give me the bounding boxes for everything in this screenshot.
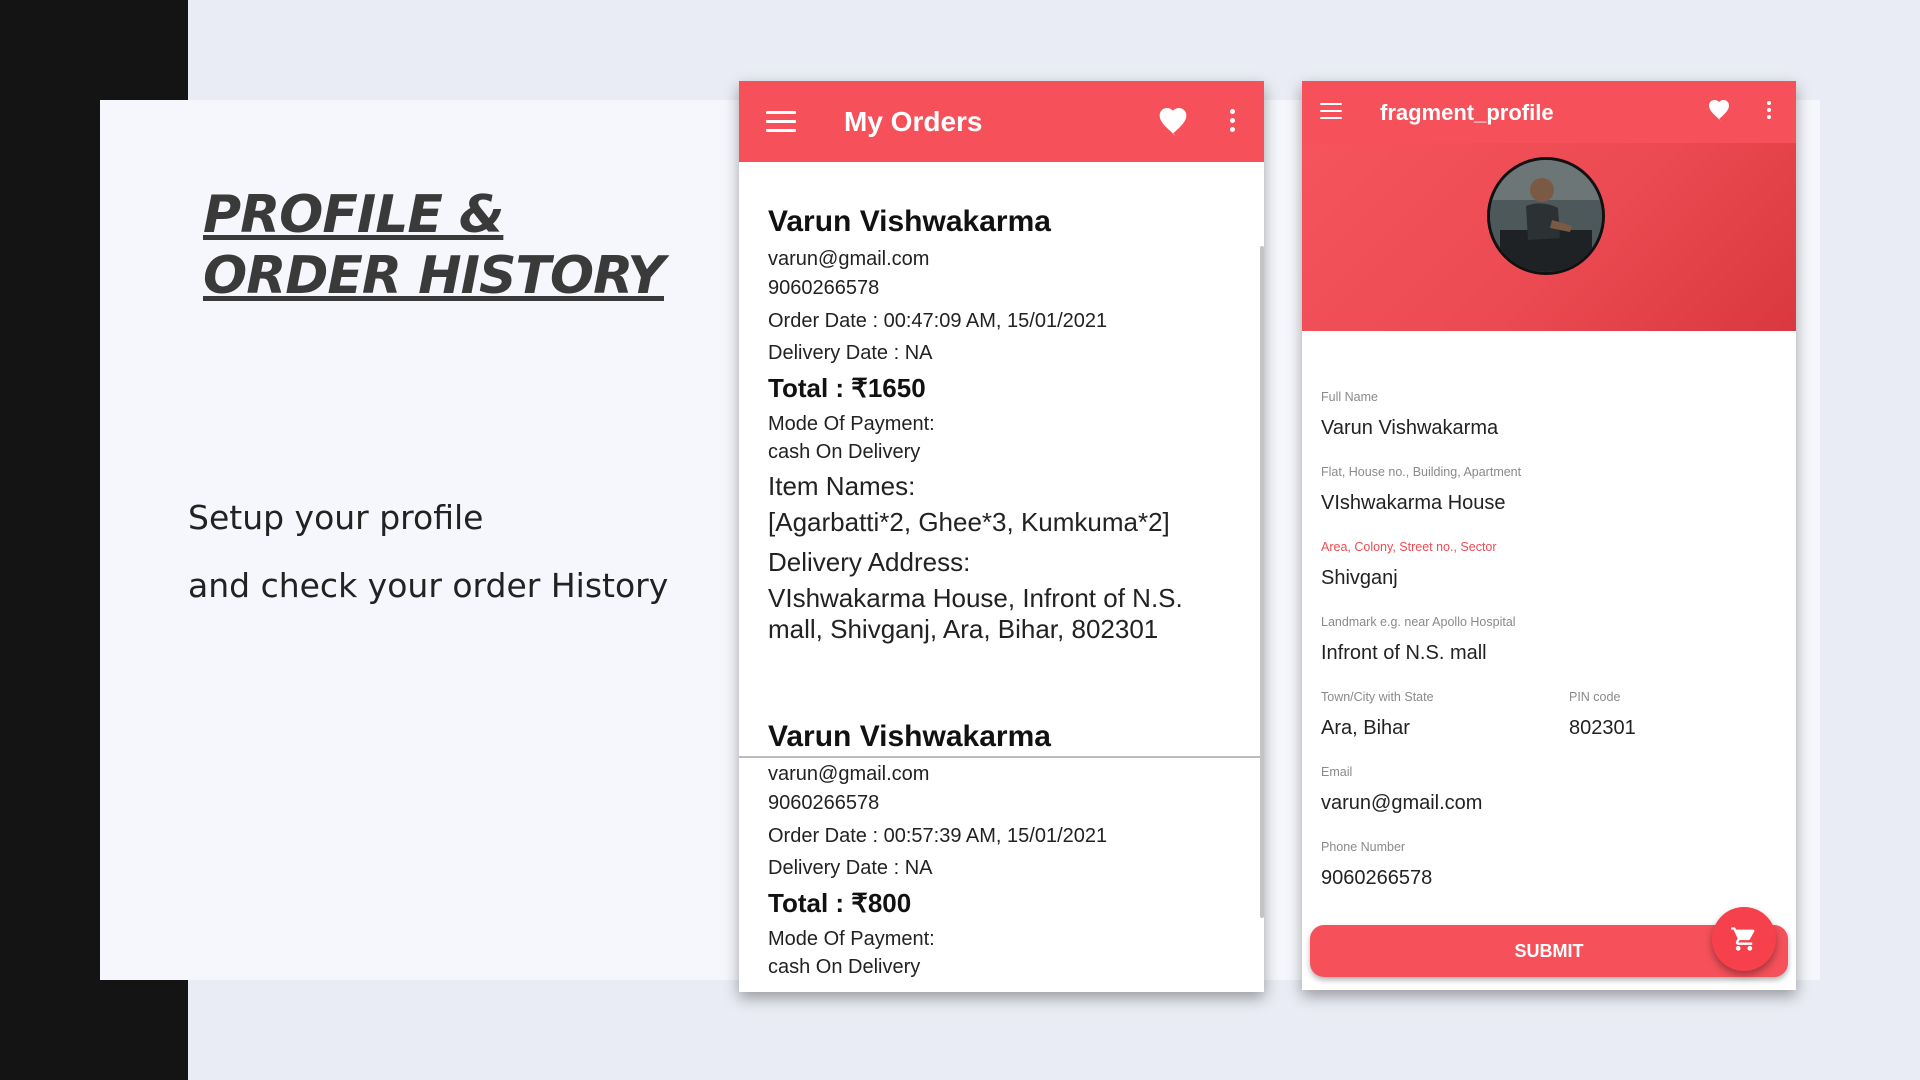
phone-field[interactable]: 9060266578 [1321, 867, 1432, 890]
profile-app-bar: fragment_profile [1302, 81, 1796, 143]
delivery-date: Delivery Date : NA [768, 857, 933, 879]
cart-icon [1731, 927, 1755, 951]
payment-mode-label: Mode Of Payment: [768, 928, 935, 950]
slide-title-line-1: PROFILE & [203, 185, 504, 245]
orders-phone-screen: My Orders Varun Vishwakarma varun@gmail.… [739, 81, 1264, 992]
email-field[interactable]: varun@gmail.com [1321, 792, 1482, 815]
slide-title: PROFILE & ORDER HISTORY [203, 185, 665, 307]
order-phone: 9060266578 [768, 277, 880, 299]
orders-app-bar-title: My Orders [844, 106, 983, 137]
profile-header-banner [1302, 143, 1796, 331]
landmark-field[interactable]: Infront of N.S. mall [1321, 642, 1487, 665]
cart-fab-button[interactable] [1712, 907, 1776, 971]
slide-subtitle-line-2: and check your order History [188, 566, 669, 605]
area-field[interactable]: Shivganj [1321, 567, 1398, 590]
house-field[interactable]: VIshwakarma House [1321, 492, 1506, 515]
more-vert-icon[interactable] [1230, 109, 1235, 136]
more-vert-icon[interactable] [1767, 101, 1771, 122]
delivery-address-label: Delivery Address: [768, 547, 971, 577]
order-total: Total : ₹800 [768, 888, 912, 918]
order-customer-name: Varun Vishwakarma [768, 205, 1051, 238]
order-customer-name: Varun Vishwakarma [768, 720, 1051, 753]
city-label: Town/City with State [1321, 690, 1434, 704]
order-divider [739, 756, 1264, 758]
menu-icon[interactable] [1320, 103, 1342, 124]
order-date: Order Date : 00:47:09 AM, 15/01/2021 [768, 310, 1108, 332]
item-names-value: [Agarbatti*2, Ghee*3, Kumkuma*2] [768, 507, 1170, 537]
area-label: Area, Colony, Street no., Sector [1321, 540, 1497, 554]
order-total: Total : ₹1650 [768, 373, 926, 403]
delivery-date: Delivery Date : NA [768, 342, 933, 364]
orders-app-bar: My Orders [739, 81, 1264, 162]
order-date: Order Date : 00:57:39 AM, 15/01/2021 [768, 825, 1108, 847]
profile-app-bar-title: fragment_profile [1380, 100, 1554, 125]
phone-label: Phone Number [1321, 840, 1406, 854]
menu-icon[interactable] [766, 111, 796, 138]
pin-code-label: PIN code [1569, 690, 1621, 704]
profile-phone-screen: fragment_profile Full Name Varun Vishwak… [1302, 81, 1796, 990]
orders-list[interactable]: Varun Vishwakarma varun@gmail.com 906026… [739, 162, 1264, 992]
avatar[interactable] [1487, 157, 1605, 275]
payment-mode-value: cash On Delivery [768, 956, 921, 978]
house-label: Flat, House no., Building, Apartment [1321, 465, 1522, 479]
order-email: varun@gmail.com [768, 763, 930, 785]
city-field[interactable]: Ara, Bihar [1321, 717, 1410, 740]
full-name-label: Full Name [1321, 390, 1378, 404]
item-names-label: Item Names: [768, 471, 916, 501]
delivery-address-value: VIshwakarma House, Infront of N.S. mall,… [768, 583, 1183, 644]
pin-code-field[interactable]: 802301 [1569, 717, 1636, 740]
heart-icon[interactable] [1157, 108, 1189, 141]
payment-mode-label: Mode Of Payment: [768, 413, 935, 435]
landmark-label: Landmark e.g. near Apollo Hospital [1321, 615, 1516, 629]
email-label: Email [1321, 765, 1353, 779]
slide-subtitle-line-1: Setup your profile [188, 498, 484, 537]
full-name-field[interactable]: Varun Vishwakarma [1321, 417, 1498, 440]
heart-icon[interactable] [1707, 100, 1731, 126]
orders-scrollbar[interactable] [1260, 246, 1264, 918]
payment-mode-value: cash On Delivery [768, 441, 921, 463]
slide-title-line-2: ORDER HISTORY [203, 246, 665, 306]
order-phone: 9060266578 [768, 792, 880, 814]
order-email: varun@gmail.com [768, 248, 930, 270]
